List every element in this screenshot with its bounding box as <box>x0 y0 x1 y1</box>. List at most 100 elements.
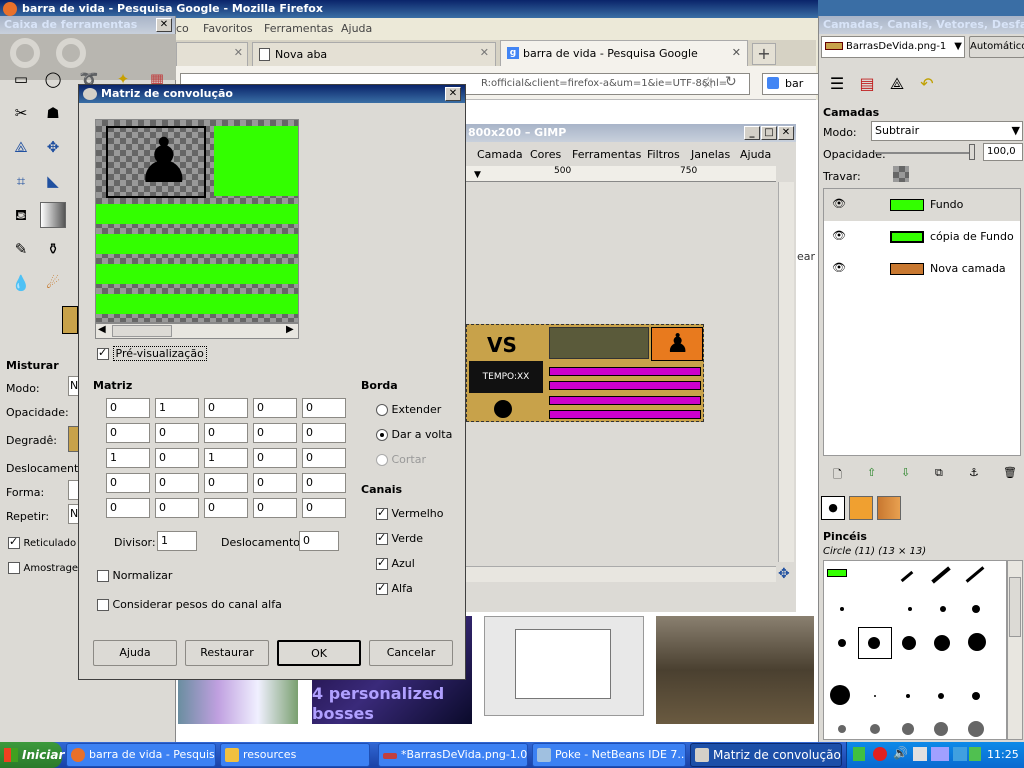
close-icon[interactable]: ✕ <box>480 46 489 59</box>
close-icon[interactable]: ✕ <box>732 46 741 59</box>
brush-stroke-icon[interactable] <box>931 566 951 584</box>
divisor-field[interactable]: 1 <box>157 531 197 551</box>
brush-stroke-icon[interactable] <box>900 570 914 583</box>
brush-dot[interactable] <box>902 723 914 735</box>
color-picker-icon[interactable]: ✎ <box>8 236 34 262</box>
reload-icon[interactable]: ↻ <box>725 74 737 90</box>
matrix-cell[interactable]: 0 <box>302 498 346 518</box>
minimize-button[interactable]: _ <box>744 126 760 140</box>
layers-tab-icon[interactable]: ☰ <box>823 70 851 98</box>
tray-icon[interactable] <box>969 747 981 761</box>
thumb-screenshot[interactable] <box>484 616 644 716</box>
foreground-select-icon[interactable]: ☗ <box>40 100 66 126</box>
opacity-slider[interactable] <box>875 152 975 154</box>
brush-dot[interactable] <box>906 694 910 698</box>
close-button[interactable]: ✕ <box>156 18 172 32</box>
channels-tab-icon[interactable]: ▤ <box>853 70 881 98</box>
delete-layer-icon[interactable]: 🗑 <box>1003 466 1017 479</box>
volume-icon[interactable]: 🔊 <box>893 746 908 760</box>
tray-icon[interactable] <box>931 747 949 761</box>
menu-item[interactable]: co <box>176 22 189 35</box>
border-crop-radio[interactable]: Cortar <box>376 453 426 466</box>
network-icon[interactable] <box>853 747 865 761</box>
navigate-icon[interactable]: ✥ <box>778 566 790 582</box>
taskbar-item-resources[interactable]: resources <box>220 743 370 767</box>
preview-scrollbar[interactable]: ◀ ▶ <box>95 323 299 339</box>
gradient-tab-icon[interactable] <box>877 496 901 520</box>
raise-layer-icon[interactable]: ⇧ <box>867 466 876 479</box>
clone-icon[interactable]: ⚱ <box>40 236 66 262</box>
brush-scrollbar[interactable] <box>1007 560 1023 740</box>
eye-icon[interactable]: 👁 <box>832 197 846 210</box>
reticulado-checkbox[interactable]: Reticulado <box>8 535 76 549</box>
rect-select-icon[interactable]: ▭ <box>8 66 34 92</box>
matrix-cell[interactable]: 0 <box>155 423 199 443</box>
taskbar-item-netbeans[interactable]: Poke - NetBeans IDE 7.... <box>532 743 686 767</box>
eye-icon[interactable]: 👁 <box>832 229 846 242</box>
ok-button[interactable]: OK <box>277 640 361 666</box>
anchor-layer-icon[interactable]: ⚓ <box>969 466 979 479</box>
close-button[interactable]: ✕ <box>445 87 461 101</box>
close-button[interactable]: ✕ <box>778 126 794 140</box>
thumb-game[interactable] <box>656 616 814 724</box>
brush-dot[interactable] <box>934 635 950 651</box>
paths-icon[interactable]: ⟁ <box>8 134 34 160</box>
brush-dot[interactable] <box>902 636 916 650</box>
brush-dot[interactable] <box>968 721 984 737</box>
channel-green-checkbox[interactable]: Verde <box>376 531 423 545</box>
menu-cores[interactable]: Cores <box>530 148 561 161</box>
new-layer-icon[interactable]: 🗋 <box>833 466 842 485</box>
eye-icon[interactable]: 👁 <box>832 261 846 274</box>
bookmark-star-icon[interactable]: ☆ <box>701 73 715 92</box>
brush-dot[interactable] <box>830 685 850 705</box>
thumb-explosion[interactable] <box>178 680 298 724</box>
lock-alpha-icon[interactable] <box>893 166 909 182</box>
tray-icon[interactable] <box>913 747 927 761</box>
preview-checkbox[interactable]: Pré-visualização <box>97 346 207 361</box>
matrix-cell[interactable]: 0 <box>302 448 346 468</box>
brush-dot[interactable] <box>934 722 948 736</box>
matrix-cell[interactable]: 0 <box>253 423 297 443</box>
blend-icon[interactable] <box>40 202 66 228</box>
auto-button[interactable]: Automático <box>969 36 1024 58</box>
pattern-tab-icon[interactable] <box>849 496 873 520</box>
matrix-cell[interactable]: 0 <box>253 398 297 418</box>
brush-tab-icon[interactable]: ● <box>821 496 845 520</box>
brush-dot[interactable] <box>868 637 880 649</box>
matrix-cell[interactable]: 0 <box>302 473 346 493</box>
matrix-cell[interactable]: 0 <box>302 398 346 418</box>
matrix-cell[interactable]: 0 <box>106 398 150 418</box>
offset-field[interactable]: 0 <box>299 531 339 551</box>
matrix-cell[interactable]: 0 <box>204 398 248 418</box>
brush-dot[interactable] <box>838 725 846 733</box>
maximize-button[interactable]: □ <box>761 126 777 140</box>
undo-tab-icon[interactable]: ↶ <box>913 70 941 98</box>
matrix-cell[interactable]: 0 <box>106 473 150 493</box>
menu-filtros[interactable]: Filtros <box>647 148 680 161</box>
normalize-checkbox[interactable]: Normalizar <box>97 569 172 582</box>
amostragem-checkbox[interactable]: Amostragem <box>8 561 88 574</box>
brush-dot[interactable] <box>840 607 844 611</box>
brush-dot[interactable] <box>908 607 912 611</box>
matrix-cell[interactable]: 0 <box>155 448 199 468</box>
new-tab-button[interactable]: + <box>752 43 776 65</box>
matrix-cell[interactable]: 0 <box>204 498 248 518</box>
brush-dot[interactable] <box>870 724 880 734</box>
brush-dot[interactable] <box>838 639 846 647</box>
vertical-scrollbar[interactable] <box>778 182 794 562</box>
dodge-icon[interactable]: 💧 <box>8 270 34 296</box>
opacity-handle[interactable] <box>969 144 975 160</box>
matrix-cell[interactable]: 0 <box>253 448 297 468</box>
matrix-cell[interactable]: 0 <box>106 498 150 518</box>
channel-blue-checkbox[interactable]: Azul <box>376 556 415 570</box>
matrix-cell[interactable]: 1 <box>204 448 248 468</box>
brush-dot[interactable] <box>938 693 944 699</box>
matrix-cell[interactable]: 0 <box>155 473 199 493</box>
menu-ajuda[interactable]: Ajuda <box>341 22 372 35</box>
perspective-icon[interactable]: ◣ <box>40 168 66 194</box>
horizontal-scrollbar[interactable] <box>466 566 776 582</box>
matrix-cell[interactable]: 1 <box>106 448 150 468</box>
menu-janelas[interactable]: Janelas <box>691 148 730 161</box>
layer-mode-select[interactable]: Subtrair ▼ <box>871 121 1023 141</box>
tab-pesquisa-google[interactable]: g barra de vida - Pesquisa Google ✕ <box>500 40 748 66</box>
